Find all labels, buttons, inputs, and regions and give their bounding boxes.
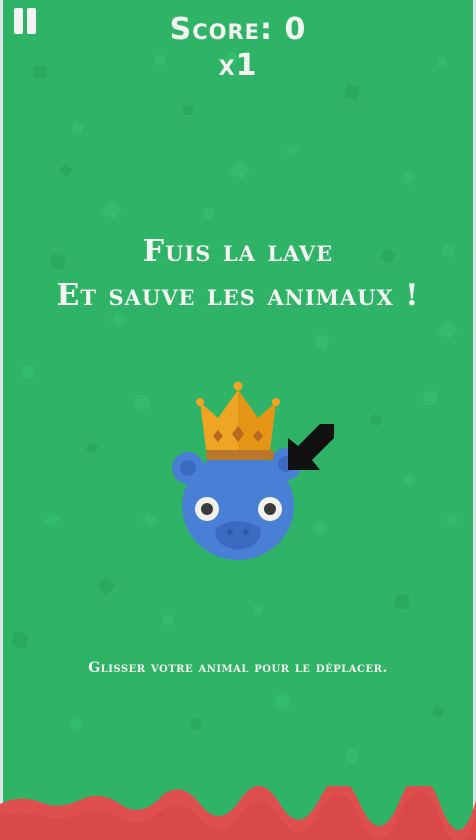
lava-floor (0, 786, 476, 840)
drag-hint-text: Glisser votre animal pour le déplacer. (88, 660, 388, 676)
background-diamond (314, 334, 330, 350)
background-diamond (68, 716, 84, 732)
crown-tip-right (272, 398, 280, 406)
score-label: Score: 0 (169, 12, 307, 47)
background-diamond (134, 394, 150, 410)
background-diamond (344, 748, 360, 764)
background-diamond (110, 312, 126, 328)
crown-shade (238, 390, 276, 450)
background-diamond (432, 706, 444, 718)
background-diamond (403, 473, 417, 487)
crown-tip-middle (233, 381, 243, 391)
background-diamond (190, 718, 202, 730)
background-diamond (11, 631, 29, 649)
background-diamond (285, 143, 299, 157)
background-diamond (252, 604, 264, 616)
background-diamond (438, 320, 458, 340)
crown-icon (196, 381, 280, 450)
hippo-nostril-right (243, 529, 249, 535)
background-diamond (44, 512, 60, 528)
background-diamond (344, 84, 360, 100)
background-diamond (273, 693, 291, 711)
background-diamond (72, 122, 84, 134)
background-diamond (400, 170, 416, 186)
background-diamond (85, 441, 99, 455)
intro-title-line1: Fuis la lave (142, 234, 334, 269)
background-diamond (103, 201, 121, 219)
multiplier-label: x1 (218, 48, 258, 83)
frame-left-border (0, 0, 3, 840)
background-diamond (230, 160, 250, 180)
background-diamond (96, 576, 116, 596)
background-diamond (162, 614, 174, 626)
background-diamond (446, 514, 458, 526)
game-screen[interactable]: Score: 0 x1 Fuis la lave Et sauve les an… (0, 0, 476, 840)
crown-tip-left (196, 398, 204, 406)
background-diamond (59, 163, 73, 177)
hippo-pupil-right (264, 503, 276, 515)
background-diamond (21, 365, 35, 379)
crown-shadow (206, 450, 274, 460)
intro-title-line2: Et sauve les animaux ! (56, 278, 420, 313)
pointer-arrow-icon (288, 424, 334, 470)
hippo-pupil-left (201, 503, 213, 515)
background-diamond (182, 104, 194, 116)
background-diamond (369, 413, 383, 427)
background-diamond (142, 512, 158, 528)
background-diamond (202, 208, 214, 220)
background-diamond (394, 594, 410, 610)
background-diamond (422, 390, 438, 406)
hippo-nostril-left (227, 529, 233, 535)
